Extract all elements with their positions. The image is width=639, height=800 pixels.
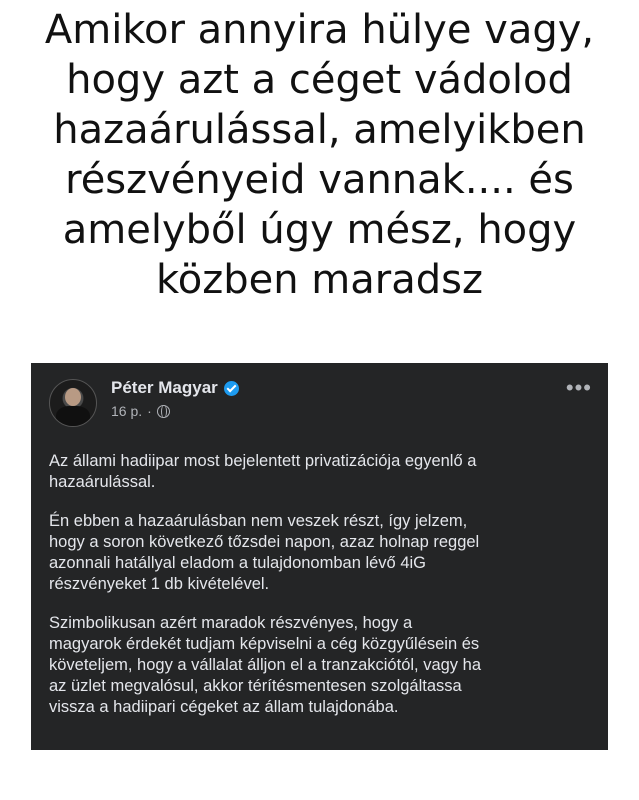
post-paragraph: Én ebben a hazaárulásban nem veszek rész…	[49, 511, 592, 595]
post-text-line: az üzlet megvalósul, akkor térítésmentes…	[49, 677, 462, 695]
post-text-line: Az állami hadiipar most bejelentett priv…	[49, 452, 477, 470]
post-text-line: hazaárulással.	[49, 473, 156, 491]
caption-line: részvényeid vannak.... és	[65, 157, 574, 203]
post-body: Az állami hadiipar most bejelentett priv…	[49, 451, 592, 718]
meme-caption: Amikor annyira hülye vagy, hogy azt a cé…	[0, 0, 639, 305]
post-text-line: követeljem, hogy a vállalat álljon el a …	[49, 656, 481, 674]
post-timestamp[interactable]: 16 p.	[111, 403, 142, 419]
post-text-line: azonnali hatállyal eladom a tulajdonomba…	[49, 554, 426, 572]
post-text-line: Én ebben a hazaárulásban nem veszek rész…	[49, 512, 468, 530]
avatar-face	[65, 388, 81, 406]
caption-line: hogy azt a céget vádolod	[66, 57, 573, 103]
post-subline: 16 p. ·	[111, 403, 566, 419]
post-text-line: Szimbolikusan azért maradok részvényes, …	[49, 614, 413, 632]
post-header: Péter Magyar 16 p. · •••	[49, 377, 592, 433]
caption-line: közben maradsz	[156, 257, 483, 303]
post-text-line: hogy a soron következő tőzsdei napon, az…	[49, 533, 480, 551]
verified-badge-icon	[223, 380, 239, 396]
caption-line: amelyből úgy mész, hogy	[62, 207, 577, 253]
separator-dot: ·	[147, 403, 152, 419]
avatar[interactable]	[49, 379, 97, 427]
more-options-icon[interactable]: •••	[566, 377, 592, 399]
post-text-line: vissza a hadiipari cégeket az állam tula…	[49, 698, 399, 716]
caption-line: Amikor annyira hülye vagy,	[44, 7, 595, 53]
post-paragraph: Szimbolikusan azért maradok részvényes, …	[49, 613, 592, 718]
globe-icon	[156, 404, 170, 418]
author-row: Péter Magyar	[111, 377, 566, 399]
post-paragraph: Az állami hadiipar most bejelentett priv…	[49, 451, 592, 493]
post-text-line: részvényeket 1 db kivételével.	[49, 575, 270, 593]
author-name[interactable]: Péter Magyar	[111, 378, 218, 398]
post-meta: Péter Magyar 16 p. ·	[111, 377, 566, 419]
avatar-suit	[56, 406, 90, 426]
caption-line: hazaárulással, amelyikben	[53, 107, 586, 153]
facebook-post-screenshot: Péter Magyar 16 p. · ••• Az állami hadii…	[31, 363, 608, 750]
post-text-line: magyarok érdekét tudjam képviselni a cég…	[49, 635, 480, 653]
